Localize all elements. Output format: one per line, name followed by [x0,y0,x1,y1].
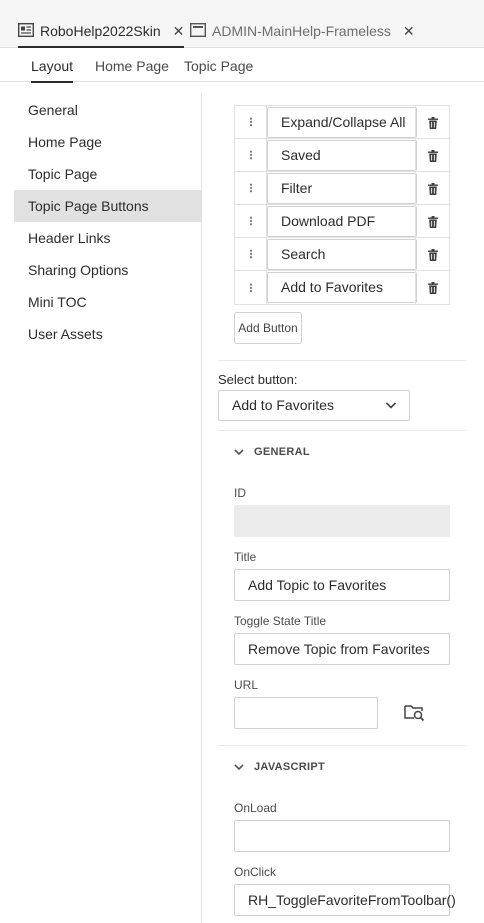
sidebar-item-topic-page[interactable]: Topic Page [14,158,201,190]
button-name-field[interactable]: Expand/Collapse All [267,107,417,138]
toggle-state-title-field[interactable]: Remove Topic from Favorites [234,633,450,665]
doc-tab-robohelp2022skin[interactable]: RoboHelp2022Skin ✕ [18,10,185,48]
button-name-field[interactable]: Search [267,239,417,270]
sidebar-item-user-assets[interactable]: User Assets [14,318,201,350]
button-name-field[interactable]: Add to Favorites [267,272,417,303]
drag-handle-icon[interactable] [235,171,267,205]
button-row: Expand/Collapse All [235,105,449,139]
onload-field[interactable] [234,820,450,852]
general-section-title: GENERAL [254,446,310,458]
button-row: Filter [235,171,449,205]
close-tab-icon[interactable]: ✕ [173,23,185,40]
drag-handle-icon[interactable] [235,237,267,271]
url-field[interactable] [234,697,378,729]
chevron-down-icon [234,764,244,771]
id-label: ID [234,486,246,500]
delete-icon[interactable] [415,172,449,205]
browse-folder-icon[interactable] [402,700,426,724]
sidebar-item-general[interactable]: General [14,94,201,126]
close-tab-icon[interactable]: ✕ [403,23,415,40]
onclick-label: OnClick [234,865,277,879]
delete-icon[interactable] [415,139,449,172]
onload-label: OnLoad [234,801,277,815]
select-button-dropdown[interactable]: Add to Favorites [218,390,410,421]
chevron-down-icon [234,449,244,456]
sidebar-item-topic-page-buttons[interactable]: Topic Page Buttons [14,190,201,222]
tab-home-page[interactable]: Home Page [95,58,169,81]
button-name-field[interactable]: Saved [267,140,417,171]
drag-handle-icon[interactable] [235,271,267,304]
doc-tab-label: RoboHelp2022Skin [40,23,161,39]
id-field [234,505,450,537]
button-row: Search [235,237,449,271]
document-tab-bar: RoboHelp2022Skin ✕ ADMIN-MainHelp-Framel… [0,0,484,48]
divider [218,745,466,746]
button-name-field[interactable]: Download PDF [267,206,417,237]
sidebar-item-sharing-options[interactable]: Sharing Options [14,254,201,286]
onclick-field[interactable]: RH_ToggleFavoriteFromToolbar() [234,884,456,916]
title-field[interactable]: Add Topic to Favorites [234,569,450,601]
delete-icon[interactable] [415,205,449,238]
divider [218,360,466,361]
chevron-down-icon [385,402,397,409]
general-section-header[interactable]: GENERAL [234,446,310,458]
button-row: Saved [235,138,449,172]
settings-tab-bar: Layout Home Page Topic Page [0,48,484,83]
sidebar-item-header-links[interactable]: Header Links [14,222,201,254]
layout-sidebar: General Home Page Topic Page Topic Page … [14,94,202,923]
javascript-section-title: JAVASCRIPT [254,761,326,773]
add-button-button[interactable]: Add Button [234,312,302,344]
drag-handle-icon[interactable] [235,105,267,139]
drag-handle-icon[interactable] [235,204,267,238]
doc-tab-label: ADMIN-MainHelp-Frameless [212,23,391,39]
toggle-state-title-label: Toggle State Title [234,614,327,628]
javascript-section-header[interactable]: JAVASCRIPT [234,761,325,773]
topic-buttons-list: Expand/Collapse All Saved Filter Downloa… [234,105,450,305]
doc-tab-admin-mainhelp-frameless[interactable]: ADMIN-MainHelp-Frameless ✕ [190,10,415,48]
url-label: URL [234,678,259,692]
button-name-field[interactable]: Filter [267,173,417,204]
sidebar-item-mini-toc[interactable]: Mini TOC [14,286,201,318]
select-button-label: Select button: [218,372,298,387]
title-label: Title [234,550,257,564]
button-row: Download PDF [235,204,449,238]
button-row: Add to Favorites [235,271,449,304]
delete-icon[interactable] [415,238,449,271]
tab-layout[interactable]: Layout [31,58,74,83]
tab-topic-page[interactable]: Topic Page [184,58,253,81]
skin-file-icon [18,23,34,37]
delete-icon[interactable] [415,106,449,139]
layout-file-icon [190,23,206,37]
sidebar-item-home-page[interactable]: Home Page [14,126,201,158]
divider [218,430,466,431]
select-button-value: Add to Favorites [232,397,334,413]
drag-handle-icon[interactable] [235,138,267,172]
delete-icon[interactable] [415,271,449,304]
